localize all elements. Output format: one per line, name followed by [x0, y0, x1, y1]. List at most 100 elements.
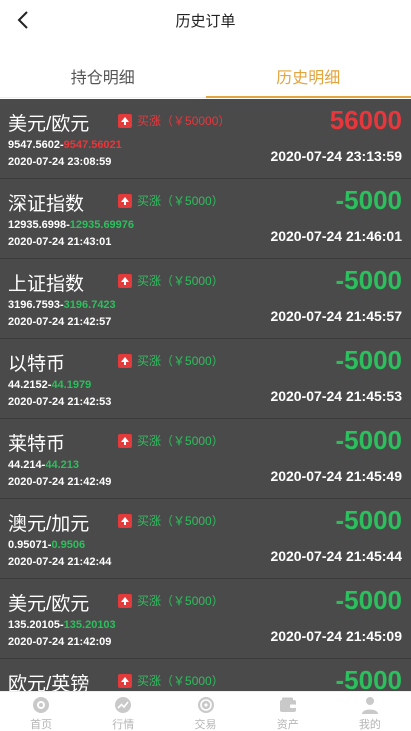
direction-label: 买涨 — [137, 514, 162, 528]
open-time: 2020-07-24 21:43:01 — [8, 236, 112, 248]
price-range: 9547.5602-9547.56021 — [8, 139, 122, 151]
close-price: 9547.56021 — [63, 139, 122, 151]
close-price: 44.213 — [45, 459, 79, 471]
nav-market[interactable]: 行情 — [82, 692, 164, 731]
order-amount: （￥5000） — [161, 354, 224, 368]
close-time: 2020-07-24 21:45:09 — [270, 628, 402, 644]
close-price: 135.20103 — [63, 619, 116, 631]
direction-label: 买涨 — [137, 434, 162, 448]
order-row[interactable]: 欧元/英镑 买涨 （￥5000） -5000 — [0, 659, 411, 691]
nav-assets[interactable]: 资产 — [247, 692, 329, 731]
wallet-icon — [278, 695, 298, 715]
market-icon — [113, 695, 133, 715]
open-price: 44.214 — [8, 459, 42, 471]
page-title: 历史订单 — [175, 13, 236, 30]
direction-label: 买涨 — [137, 674, 162, 688]
open-price: 44.2152 — [8, 379, 48, 391]
open-time: 2020-07-24 21:42:53 — [8, 396, 112, 408]
direction-label: 买涨 — [137, 114, 162, 128]
direction-tag: 买涨 （￥5000） — [118, 352, 224, 369]
order-row[interactable]: 以特币 买涨 （￥5000） 44.2152-44.1979 2020-07-24 21… — [0, 339, 411, 419]
price-range: 0.95071-0.9506 — [8, 539, 85, 551]
nav-market-label: 行情 — [112, 719, 135, 731]
arrow-up-icon — [118, 513, 132, 528]
nav-home[interactable]: 首页 — [0, 692, 82, 731]
open-price: 0.95071 — [8, 539, 48, 551]
order-row[interactable]: 美元/欧元 买涨 （￥5000） 135.20105-135.20103 2020-07… — [0, 579, 411, 659]
close-time: 2020-07-24 23:13:59 — [270, 148, 402, 164]
close-price: 44.1979 — [51, 379, 92, 391]
close-price: 3196.7423 — [63, 299, 116, 311]
open-price: 9547.5602 — [8, 139, 60, 151]
close-time: 2020-07-24 21:45:49 — [270, 468, 402, 484]
tab-bar: 持仓明细 历史明细 — [0, 60, 411, 98]
price-range: 44.214-44.213 — [8, 459, 79, 471]
order-amount: （￥5000） — [161, 434, 224, 448]
order-name: 上证指数 — [8, 274, 85, 295]
arrow-up-icon — [118, 353, 132, 368]
direction-tag: 买涨 （￥50000） — [118, 112, 230, 129]
nav-profile[interactable]: 我的 — [329, 692, 411, 731]
direction-label: 买涨 — [137, 354, 162, 368]
direction-tag: 买涨 （￥5000） — [118, 592, 224, 609]
profit-loss: -5000 — [335, 265, 403, 295]
order-name: 莱特币 — [8, 434, 66, 455]
arrow-up-icon — [118, 273, 132, 288]
open-time: 2020-07-24 21:42:57 — [8, 316, 112, 328]
trade-icon — [196, 695, 216, 715]
order-name: 欧元/英镑 — [8, 674, 90, 691]
open-price: 135.20105 — [8, 619, 60, 631]
header: 历史订单 — [0, 0, 411, 60]
nav-assets-label: 资产 — [276, 719, 299, 731]
close-time: 2020-07-24 21:45:57 — [270, 308, 402, 324]
order-row[interactable]: 澳元/加元 买涨 （￥5000） 0.95071-0.9506 2020-07-24 2… — [0, 499, 411, 579]
order-amount: （￥5000） — [161, 594, 224, 608]
order-amount: （￥5000） — [161, 514, 224, 528]
open-time: 2020-07-24 21:42:44 — [8, 556, 112, 568]
order-amount: （￥50000） — [161, 114, 231, 128]
order-list[interactable]: 美元/欧元 买涨 （￥50000） 9547.5602-9547.56021 2020-… — [0, 99, 411, 691]
order-name: 美元/欧元 — [8, 114, 90, 135]
arrow-up-icon — [118, 433, 132, 448]
price-range: 3196.7593-3196.7423 — [8, 299, 116, 311]
open-time: 2020-07-24 21:42:09 — [8, 636, 112, 648]
order-amount: （￥5000） — [161, 274, 224, 288]
order-row[interactable]: 深证指数 买涨 （￥5000） 12935.6998-12935.69976 2020-… — [0, 179, 411, 259]
profit-loss: -5000 — [335, 505, 403, 535]
price-range: 44.2152-44.1979 — [8, 379, 91, 391]
order-row[interactable]: 莱特币 买涨 （￥5000） 44.214-44.213 2020-07-24 21:4… — [0, 419, 411, 499]
order-name: 深证指数 — [8, 194, 85, 215]
profit-loss: -5000 — [335, 345, 403, 375]
order-row[interactable]: 美元/欧元 买涨 （￥50000） 9547.5602-9547.56021 2020-… — [0, 99, 411, 179]
order-amount: （￥5000） — [161, 194, 224, 208]
arrow-up-icon — [118, 193, 132, 208]
tab-positions[interactable]: 持仓明细 — [0, 60, 206, 97]
tab-history[interactable]: 历史明细 — [205, 60, 411, 98]
nav-home-label: 首页 — [30, 719, 53, 731]
close-time: 2020-07-24 21:45:53 — [270, 388, 402, 404]
direction-tag: 买涨 （￥5000） — [118, 512, 224, 529]
direction-label: 买涨 — [137, 194, 162, 208]
bottom-nav: 首页 行情 交易 资产 我的 — [0, 691, 411, 731]
home-icon — [31, 695, 51, 715]
profit-loss: -5000 — [335, 425, 403, 455]
open-price: 3196.7593 — [8, 299, 60, 311]
profit-loss: -5000 — [335, 665, 403, 691]
profit-loss: -5000 — [335, 585, 403, 615]
order-name: 以特币 — [8, 354, 66, 375]
order-name: 澳元/加元 — [8, 514, 90, 535]
price-range: 135.20105-135.20103 — [8, 619, 116, 631]
open-time: 2020-07-24 21:42:49 — [8, 476, 112, 488]
arrow-up-icon — [118, 673, 132, 688]
profit-loss: -5000 — [335, 185, 403, 215]
order-row[interactable]: 上证指数 买涨 （￥5000） 3196.7593-3196.7423 2020-07-… — [0, 259, 411, 339]
arrow-up-icon — [118, 593, 132, 608]
direction-tag: 买涨 （￥5000） — [118, 672, 224, 689]
close-price: 12935.69976 — [69, 219, 135, 231]
close-time: 2020-07-24 21:45:44 — [270, 548, 402, 564]
direction-label: 买涨 — [137, 274, 162, 288]
order-name: 美元/欧元 — [8, 594, 90, 615]
nav-profile-label: 我的 — [358, 719, 381, 731]
nav-trade-label: 交易 — [194, 719, 217, 731]
nav-trade[interactable]: 交易 — [164, 692, 246, 731]
